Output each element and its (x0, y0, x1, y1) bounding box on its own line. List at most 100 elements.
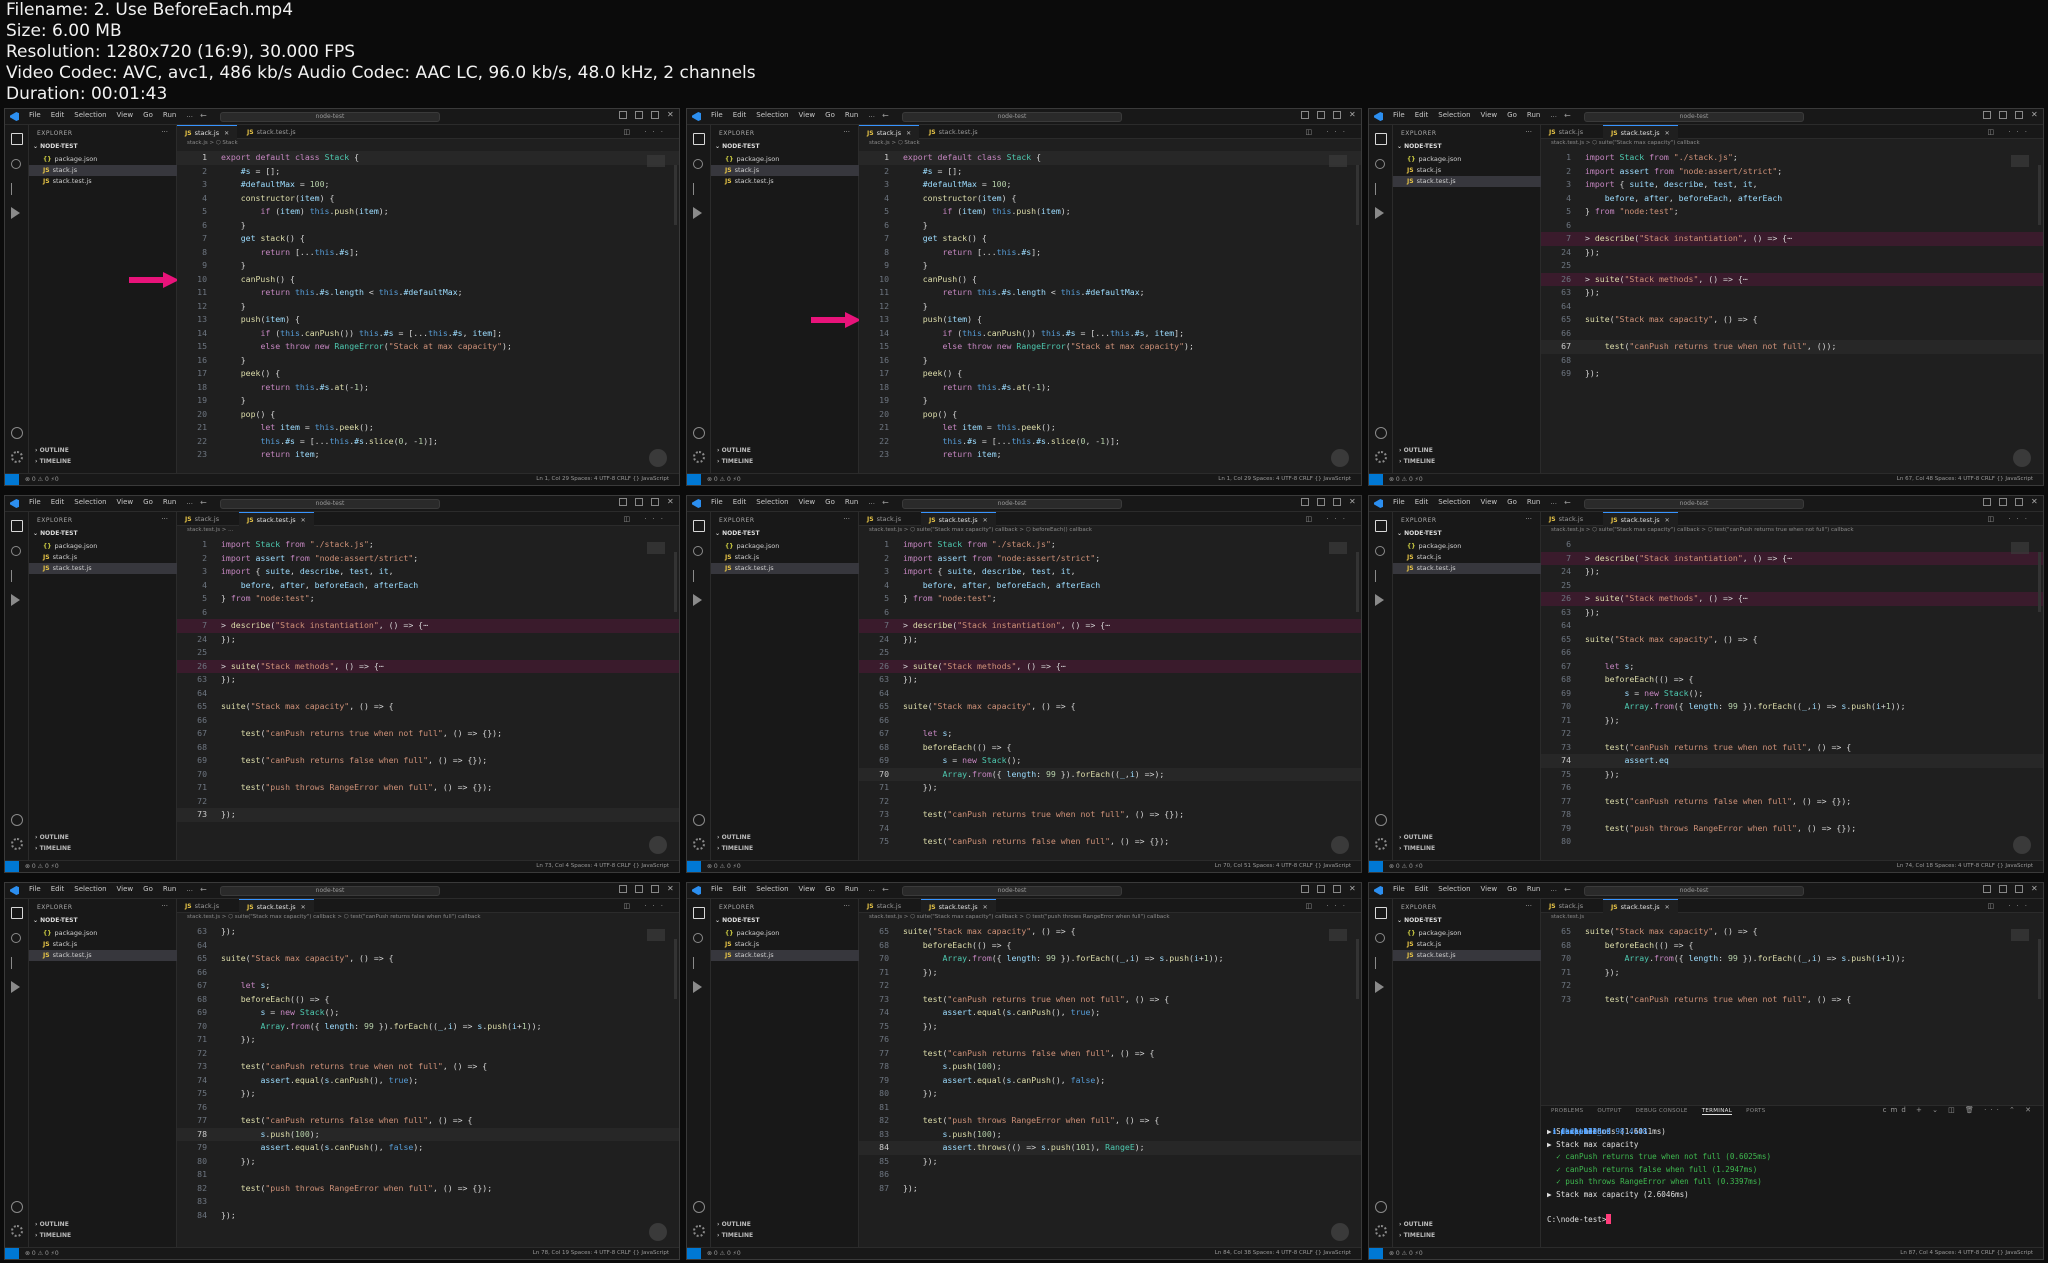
menu-item[interactable]: Go (1507, 111, 1517, 119)
menu-item[interactable]: Selection (1438, 885, 1470, 893)
code-line[interactable]: 2 #s = []; (859, 165, 1361, 179)
menu-item[interactable]: Edit (1415, 111, 1429, 119)
copilot-chat-icon[interactable] (649, 1223, 667, 1241)
layout-icon[interactable] (1983, 111, 1991, 119)
code-line[interactable]: 8 return [...this.#s]; (177, 246, 679, 260)
file-item[interactable]: JS stack.test.js (711, 176, 859, 187)
close-icon[interactable]: ✕ (1349, 885, 1357, 893)
code-line[interactable]: 69 s = new Stack(); (1541, 687, 2043, 701)
split-editor-icon[interactable]: ◫ ··· (1305, 515, 1351, 523)
file-item[interactable]: {} package.json (1393, 541, 1541, 552)
code-line[interactable]: 68 beforeEach(() => { (859, 741, 1361, 755)
account-icon[interactable] (693, 1201, 705, 1213)
explorer-icon[interactable] (1375, 133, 1387, 145)
code-line[interactable]: 7 > describe("Stack instantiation", () =>… (1541, 232, 2043, 246)
close-icon[interactable]: ✕ (1665, 130, 1670, 137)
scrollbar[interactable] (2038, 939, 2041, 999)
code-line[interactable]: 18 return this.#s.at(-1); (859, 381, 1361, 395)
code-line[interactable]: 72 (1541, 979, 2043, 993)
problems-indicator[interactable]: ⊗ 0 ⚠ 0 ⚡0 (1389, 476, 1423, 483)
menu-item[interactable]: Go (143, 885, 153, 893)
gear-icon[interactable] (693, 451, 705, 463)
minimap[interactable] (1329, 155, 1347, 167)
more-actions-icon[interactable]: ··· (161, 128, 168, 136)
explorer-icon[interactable] (693, 520, 705, 532)
code-line[interactable]: 80 }); (859, 1087, 1361, 1101)
timeline-section[interactable]: › TIMELINE (35, 845, 71, 852)
close-icon[interactable]: ✕ (667, 885, 675, 893)
explorer-icon[interactable] (11, 907, 23, 919)
close-icon[interactable]: ✕ (2031, 885, 2039, 893)
code-line[interactable]: 84}); (177, 1209, 679, 1223)
code-line[interactable]: 6 (1541, 219, 2043, 233)
split-editor-icon[interactable]: ◫ ··· (1305, 128, 1351, 136)
gear-icon[interactable] (11, 451, 23, 463)
layout-icon[interactable] (1983, 885, 1991, 893)
menu-item[interactable]: Run (1527, 498, 1540, 506)
source-control-icon[interactable] (693, 957, 701, 969)
code-line[interactable]: 65 suite("Stack max capacity", () => { (1541, 633, 2043, 647)
run-debug-icon[interactable] (693, 594, 702, 606)
code-line[interactable]: 23 return item; (859, 448, 1361, 462)
account-icon[interactable] (11, 814, 23, 826)
command-center-search[interactable]: node-test (220, 499, 440, 509)
folder-node-test[interactable]: ⌄ NODE-TEST (33, 917, 78, 924)
code-line[interactable]: 85 }); (859, 1155, 1361, 1169)
remote-indicator-icon[interactable] (1369, 474, 1383, 485)
code-line[interactable]: 66 (1541, 646, 2043, 660)
outline-section[interactable]: › OUTLINE (35, 834, 69, 841)
code-line[interactable]: 6 (859, 606, 1361, 620)
menu-item[interactable]: Edit (1415, 498, 1429, 506)
menu-item[interactable]: Edit (51, 111, 65, 119)
layout-icon[interactable] (619, 111, 627, 119)
code-line[interactable]: 80 (1541, 835, 2043, 849)
code-line[interactable]: 86 (859, 1168, 1361, 1182)
search-icon[interactable] (693, 546, 703, 556)
close-icon[interactable]: ✕ (667, 111, 675, 119)
split-editor-icon[interactable]: ◫ ··· (1987, 515, 2033, 523)
code-line[interactable]: 3 import { suite, describe, test, it, (177, 565, 679, 579)
menu-item[interactable]: Go (1507, 885, 1517, 893)
file-item[interactable]: {} package.json (29, 154, 177, 165)
gear-icon[interactable] (693, 1225, 705, 1237)
code-line[interactable]: 83 (177, 1195, 679, 1209)
menu-item[interactable]: View (117, 885, 134, 893)
minimize-icon[interactable] (2015, 885, 2023, 893)
file-item[interactable]: {} package.json (1393, 154, 1541, 165)
run-debug-icon[interactable] (693, 207, 702, 219)
menu-item[interactable]: Run (845, 498, 858, 506)
split-editor-icon[interactable]: ◫ ··· (623, 902, 669, 910)
more-actions-icon[interactable]: ··· (161, 902, 168, 910)
code-line[interactable]: 18 return this.#s.at(-1); (177, 381, 679, 395)
code-line[interactable]: 10 canPush() { (859, 273, 1361, 287)
menu-item[interactable]: File (711, 885, 723, 893)
problems-indicator[interactable]: ⊗ 0 ⚠ 0 ⚡0 (707, 476, 741, 483)
scrollbar[interactable] (1356, 165, 1359, 225)
code-line[interactable]: 75 test("canPush returns false when full… (859, 835, 1361, 849)
panel-toggle-icon[interactable] (635, 498, 643, 506)
run-debug-icon[interactable] (1375, 594, 1384, 606)
remote-indicator-icon[interactable] (687, 1248, 701, 1259)
timeline-section[interactable]: › TIMELINE (35, 1232, 71, 1239)
code-line[interactable]: 3 import { suite, describe, test, it, (1541, 178, 2043, 192)
menu-item[interactable]: Run (163, 498, 176, 506)
menu-item[interactable]: Run (845, 885, 858, 893)
cursor-position-status[interactable]: Ln 1, Col 29 Spaces: 4 UTF-8 CRLF {} Jav… (1218, 476, 1351, 482)
remote-indicator-icon[interactable] (1369, 1248, 1383, 1259)
minimize-icon[interactable] (2015, 111, 2023, 119)
code-line[interactable]: 80 }); (177, 1155, 679, 1169)
outline-section[interactable]: › OUTLINE (1399, 1221, 1433, 1228)
file-item[interactable]: JS stack.js (29, 939, 177, 950)
gear-icon[interactable] (11, 1225, 23, 1237)
file-item[interactable]: JS stack.js (1393, 552, 1541, 563)
code-line[interactable]: 72 (177, 795, 679, 809)
cursor-position-status[interactable]: Ln 73, Col 4 Spaces: 4 UTF-8 CRLF {} Jav… (536, 863, 669, 869)
code-line[interactable]: 66 (177, 714, 679, 728)
code-line[interactable]: 71 test("push throws RangeError when ful… (177, 781, 679, 795)
search-icon[interactable] (693, 933, 703, 943)
breadcrumb[interactable]: stack.js > ⬡ Stack (187, 140, 667, 146)
command-center-search[interactable]: node-test (902, 499, 1122, 509)
search-icon[interactable] (693, 159, 703, 169)
menu-item[interactable]: File (711, 498, 723, 506)
search-icon[interactable] (11, 546, 21, 556)
